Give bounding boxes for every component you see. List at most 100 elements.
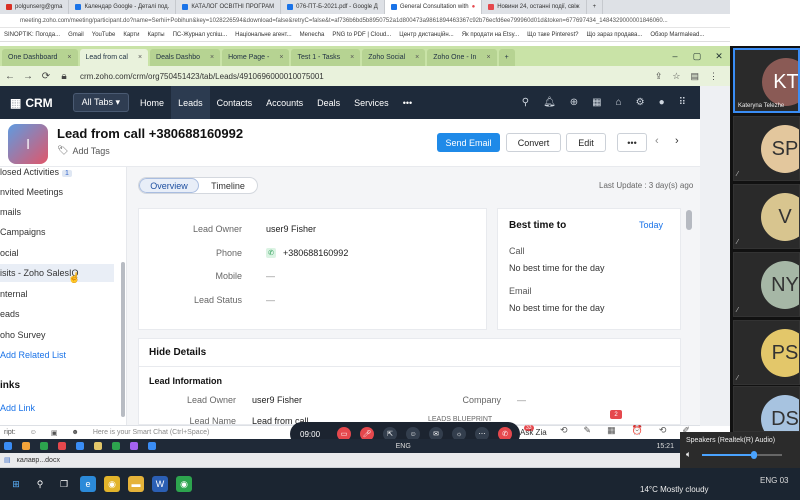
more-actions-button[interactable]: ••• bbox=[617, 133, 647, 152]
lead-owner-value[interactable]: user9 Fisher bbox=[252, 395, 302, 405]
outer-tab-active[interactable]: General Consultation with ● bbox=[384, 0, 483, 14]
company-value[interactable]: — bbox=[517, 395, 526, 405]
minimize-icon[interactable]: – bbox=[664, 51, 686, 61]
lead-status-value[interactable]: — bbox=[266, 295, 275, 305]
calendar-icon[interactable]: ▦ bbox=[592, 97, 601, 108]
star-icon[interactable]: ☆ bbox=[672, 71, 680, 82]
notification-icon[interactable]: 🔔︎ bbox=[543, 97, 556, 108]
next-record-icon[interactable]: › bbox=[675, 135, 679, 147]
word-icon[interactable]: W bbox=[152, 476, 168, 492]
lead-owner-value[interactable]: user9 Fisher bbox=[266, 224, 316, 234]
app-icon[interactable] bbox=[22, 442, 30, 450]
related-internal[interactable]: nternal bbox=[0, 289, 28, 299]
avatar[interactable]: ● bbox=[659, 97, 665, 108]
bookmark[interactable]: Що таке Pinterest? bbox=[527, 32, 578, 38]
new-tab-button[interactable]: + bbox=[587, 0, 604, 14]
app-icon[interactable] bbox=[76, 442, 84, 450]
participant-tile[interactable]: DS bbox=[733, 386, 800, 432]
edit-button[interactable]: Edit bbox=[566, 133, 606, 152]
bookmark[interactable]: Карты bbox=[147, 32, 164, 38]
share-icon[interactable]: ⇪ bbox=[655, 71, 663, 82]
bookmark[interactable]: Обзор Marmalead... bbox=[650, 32, 704, 38]
add-link[interactable]: Add Link bbox=[0, 403, 35, 413]
alarm-icon[interactable]: ⏰ bbox=[632, 425, 643, 436]
crm-logo[interactable]: ▦ CRM bbox=[10, 96, 53, 110]
chrome-icon[interactable]: ◉ bbox=[176, 476, 192, 492]
nav-more[interactable]: ••• bbox=[396, 86, 419, 119]
close-icon[interactable]: × bbox=[138, 54, 142, 61]
bookmark[interactable]: Центр дистанційн... bbox=[399, 32, 453, 38]
hide-details-toggle[interactable]: Hide Details bbox=[149, 347, 206, 358]
bookmark[interactable]: SINOPTIK: Погода... bbox=[4, 32, 60, 38]
bookmark[interactable]: Карти bbox=[123, 32, 139, 38]
app-icon[interactable] bbox=[148, 442, 156, 450]
close-icon[interactable]: × bbox=[210, 54, 214, 61]
nav-accounts[interactable]: Accounts bbox=[259, 86, 310, 119]
edge-icon[interactable]: e bbox=[80, 476, 96, 492]
contacts-icon[interactable]: ☻ bbox=[71, 429, 78, 436]
left-panel-scrollbar[interactable] bbox=[121, 262, 125, 417]
tray-clock[interactable]: 03 bbox=[780, 476, 789, 485]
nav-services[interactable]: Services bbox=[347, 86, 396, 119]
outer-tab[interactable]: КАТАЛОГ ОСВІТНІ ПРОГРАМ bbox=[176, 0, 282, 14]
tab-overview[interactable]: Overview bbox=[139, 178, 199, 193]
mobile-value[interactable]: — bbox=[266, 271, 275, 281]
nav-deals[interactable]: Deals bbox=[310, 86, 347, 119]
menu-icon[interactable]: ⋮ bbox=[709, 71, 718, 82]
sync-icon[interactable]: ⟲ bbox=[560, 425, 568, 436]
inner-tab[interactable]: Zoho One - In × bbox=[427, 49, 497, 66]
inner-tab[interactable]: One Dashboard × bbox=[2, 49, 78, 66]
app-icon[interactable] bbox=[112, 442, 120, 450]
page-scroll-track[interactable] bbox=[700, 86, 730, 426]
speaker-icon[interactable]: 🔈︎ bbox=[686, 449, 691, 460]
extensions-icon[interactable]: ▤ bbox=[690, 71, 699, 82]
outer-tab[interactable]: polgunserg@gma bbox=[0, 0, 70, 14]
inner-tab[interactable]: Test 1 - Tasks × bbox=[291, 49, 361, 66]
chrome-icon[interactable]: ◉ bbox=[104, 476, 120, 492]
bookmark[interactable]: Що зараз продава... bbox=[587, 32, 643, 38]
new-tab-button[interactable]: + bbox=[498, 49, 515, 66]
outer-tab[interactable]: Календар Google - Деталі под. bbox=[69, 0, 177, 14]
nav-contacts[interactable]: Contacts bbox=[210, 86, 260, 119]
maximize-icon[interactable]: ▢ bbox=[686, 51, 708, 62]
phone-icon[interactable]: ✆ bbox=[266, 248, 276, 258]
tools-icon[interactable]: ✎ bbox=[584, 425, 592, 436]
file-explorer-icon[interactable]: ▬ bbox=[128, 476, 144, 492]
nav-home[interactable]: Home bbox=[133, 86, 171, 119]
close-icon[interactable]: × bbox=[486, 54, 490, 61]
bookmark[interactable]: Національне агент... bbox=[235, 32, 292, 38]
send-email-button[interactable]: Send Email bbox=[437, 133, 500, 152]
search-icon[interactable]: ⚲ bbox=[32, 476, 48, 492]
channels-icon[interactable]: ▣ bbox=[51, 429, 58, 437]
app-icon[interactable] bbox=[130, 442, 138, 450]
reload-icon[interactable]: ⟳ bbox=[40, 71, 52, 82]
inner-tab[interactable]: Home Page - × bbox=[222, 49, 290, 66]
calendar-icon[interactable]: ▦ bbox=[607, 425, 616, 436]
best-time-today-link[interactable]: Today bbox=[639, 220, 663, 230]
participant-tile[interactable]: NY ⁄ bbox=[733, 252, 800, 317]
marketplace-icon[interactable]: ⌂ bbox=[616, 97, 622, 108]
convert-button[interactable]: Convert bbox=[506, 133, 561, 152]
related-emails[interactable]: mails bbox=[0, 207, 21, 217]
add-icon[interactable]: ⊕ bbox=[570, 97, 578, 108]
outer-tab[interactable]: 076-ПТ-Б-2021.pdf - Google Д bbox=[281, 0, 385, 14]
tab-timeline[interactable]: Timeline bbox=[199, 178, 257, 193]
settings-icon[interactable]: ⚙ bbox=[636, 97, 645, 108]
participant-tile[interactable]: SP ⁄ bbox=[733, 116, 800, 181]
nav-leads[interactable]: Leads bbox=[171, 86, 210, 119]
content-scrollbar[interactable] bbox=[686, 210, 692, 230]
weather-widget[interactable]: 14°C Mostly cloudy bbox=[640, 485, 709, 494]
back-icon[interactable]: ← bbox=[4, 71, 16, 82]
apps-grid-icon[interactable]: ⠿ bbox=[679, 97, 686, 108]
chat-icon[interactable]: ☺ bbox=[30, 429, 37, 436]
participant-tile[interactable]: KT Kateryna Telezhe bbox=[733, 48, 800, 113]
windows-icon[interactable] bbox=[4, 442, 12, 450]
close-icon[interactable]: × bbox=[415, 54, 419, 61]
bookmark[interactable]: Gmail bbox=[68, 32, 84, 38]
bookmark[interactable]: Menecha bbox=[300, 32, 325, 38]
previous-record-icon[interactable]: ‹ bbox=[655, 135, 659, 147]
inner-lang[interactable]: ENG bbox=[396, 443, 411, 450]
related-visits[interactable]: isits - Zoho SalesIQ bbox=[0, 264, 114, 282]
smart-chat-input[interactable]: Here is your Smart Chat (Ctrl+Space) bbox=[93, 429, 210, 436]
ask-zia-button[interactable]: Ask Zia bbox=[520, 428, 547, 437]
